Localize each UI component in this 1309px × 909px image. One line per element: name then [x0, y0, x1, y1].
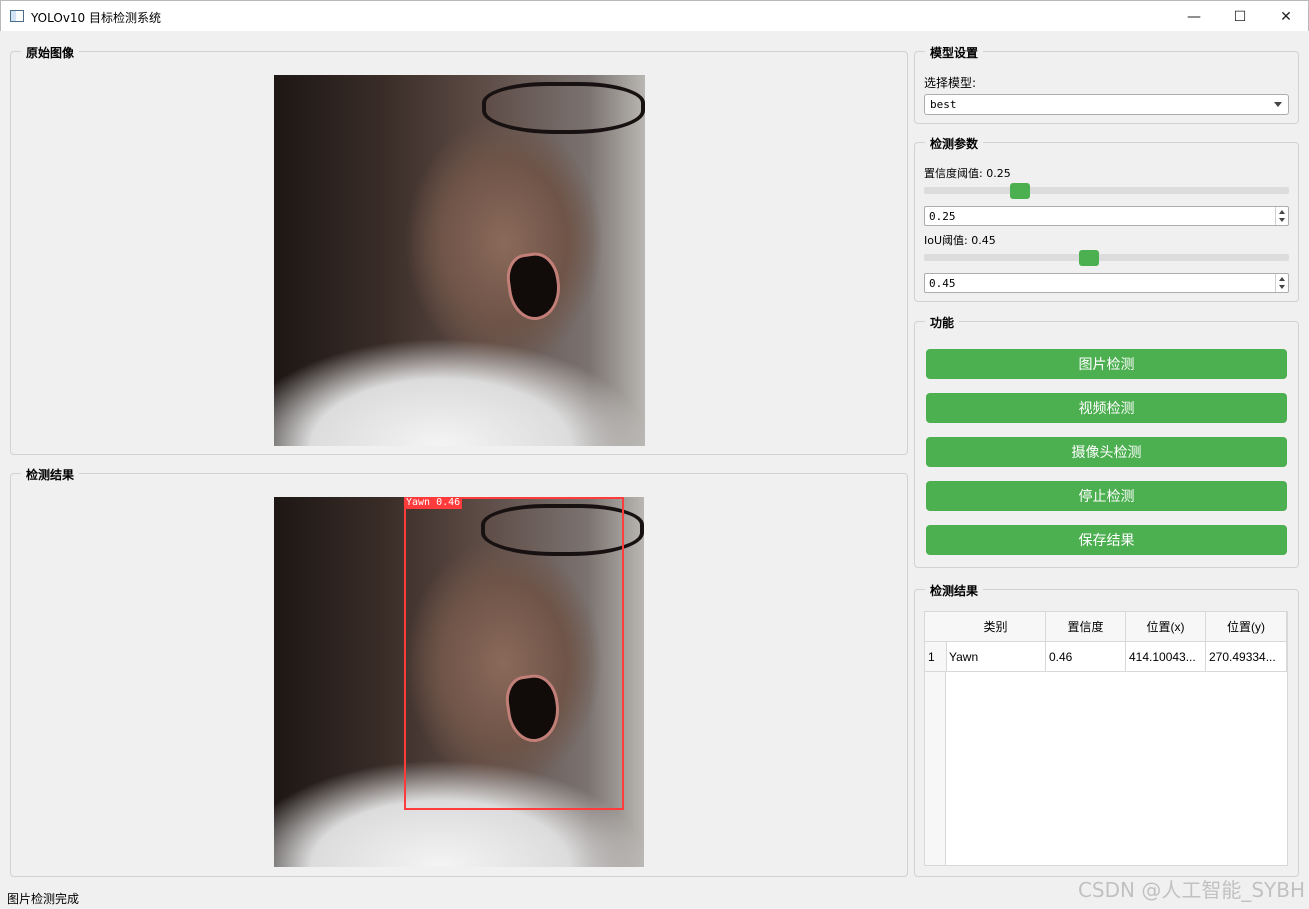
shirt-region — [274, 279, 645, 446]
iou-spin-buttons[interactable] — [1275, 274, 1288, 292]
conf-spinbox[interactable]: 0.25 — [924, 206, 1289, 226]
model-select[interactable]: best — [924, 94, 1289, 115]
status-bar-text: 图片检测完成 — [7, 892, 80, 906]
iou-spinbox[interactable]: 0.45 — [924, 273, 1289, 293]
title-bar: YOLOv10 目标检测系统 — ☐ ✕ — [0, 0, 1309, 31]
original-image — [274, 75, 645, 446]
column-header-position-x[interactable]: 位置(x) — [1126, 612, 1206, 642]
detection-label: Yawn 0.46 — [404, 497, 463, 509]
spin-down-icon[interactable] — [1279, 285, 1285, 289]
detection-box: Yawn 0.46 — [404, 497, 624, 810]
chevron-down-icon — [1274, 102, 1282, 107]
model-select-value: best — [930, 98, 957, 111]
result-image-title: 检测结果 — [21, 466, 80, 483]
conf-threshold-label: 置信度阈值: 0.25 — [924, 167, 1011, 180]
video-detect-button[interactable]: 视频检测 — [926, 393, 1287, 423]
close-button[interactable]: ✕ — [1263, 1, 1309, 32]
column-header-class[interactable]: 类别 — [946, 612, 1046, 642]
app-window-icon — [10, 10, 24, 22]
result-image: Yawn 0.46 — [274, 497, 644, 867]
table-cell-confidence[interactable]: 0.46 — [1046, 642, 1126, 672]
conf-slider[interactable] — [924, 187, 1289, 194]
spin-down-icon[interactable] — [1279, 218, 1285, 222]
image-detect-button[interactable]: 图片检测 — [926, 349, 1287, 379]
glasses-shape — [481, 82, 645, 135]
iou-spinbox-value: 0.45 — [929, 277, 956, 290]
conf-spin-buttons[interactable] — [1275, 207, 1288, 225]
maximize-button[interactable]: ☐ — [1217, 1, 1263, 32]
iou-threshold-label: IoU阈值: 0.45 — [924, 234, 996, 247]
spin-up-icon[interactable] — [1279, 277, 1285, 281]
results-table-title: 检测结果 — [925, 582, 984, 599]
minimize-button[interactable]: — — [1171, 1, 1217, 32]
results-table[interactable]: 类别 置信度 位置(x) 位置(y) 1 Yawn 0.46 414.10043… — [924, 611, 1288, 866]
original-image-title: 原始图像 — [21, 44, 80, 61]
table-cell-position-x[interactable]: 414.10043... — [1126, 642, 1206, 672]
conf-spinbox-value: 0.25 — [929, 210, 956, 223]
spin-up-icon[interactable] — [1279, 210, 1285, 214]
model-settings-title: 模型设置 — [925, 44, 984, 61]
detect-params-title: 检测参数 — [925, 135, 984, 152]
watermark-text: CSDN @人工智能_SYBH — [1077, 878, 1305, 902]
iou-slider[interactable] — [924, 254, 1289, 261]
select-model-label: 选择模型: — [924, 76, 977, 90]
table-corner[interactable] — [925, 612, 947, 642]
column-header-position-y[interactable]: 位置(y) — [1206, 612, 1287, 642]
iou-slider-handle[interactable] — [1079, 250, 1099, 266]
window-title: YOLOv10 目标检测系统 — [31, 11, 162, 25]
stop-detect-button[interactable]: 停止检测 — [926, 481, 1287, 511]
conf-slider-handle[interactable] — [1010, 183, 1030, 199]
camera-detect-button[interactable]: 摄像头检测 — [926, 437, 1287, 467]
column-header-confidence[interactable]: 置信度 — [1046, 612, 1126, 642]
table-cell-position-y[interactable]: 270.49334... — [1206, 642, 1287, 672]
save-results-button[interactable]: 保存结果 — [926, 525, 1287, 555]
row-index[interactable]: 1 — [925, 642, 947, 672]
functions-title: 功能 — [925, 314, 960, 331]
table-cell-class[interactable]: Yawn — [946, 642, 1046, 672]
